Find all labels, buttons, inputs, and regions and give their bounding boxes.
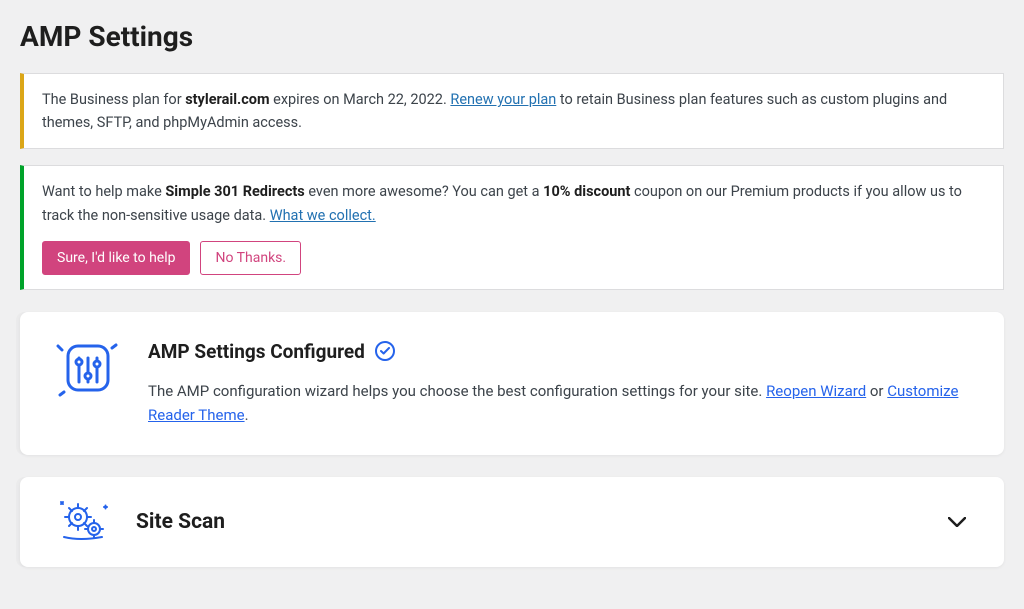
notice-text: Want to help make bbox=[42, 183, 165, 200]
discount-amount: 10% discount bbox=[543, 183, 630, 200]
site-scan-card[interactable]: Site Scan bbox=[20, 477, 1004, 567]
description-text: The AMP configuration wizard helps you c… bbox=[148, 382, 766, 400]
description-text: . bbox=[245, 406, 249, 424]
notice-text: even more awesome? You can get a bbox=[305, 183, 543, 200]
consent-yes-button[interactable]: Sure, I'd like to help bbox=[42, 241, 190, 275]
configured-title-row: AMP Settings Configured bbox=[148, 340, 395, 363]
consent-no-button[interactable]: No Thanks. bbox=[200, 241, 301, 275]
sliders-icon bbox=[56, 340, 120, 402]
chevron-down-icon bbox=[946, 511, 968, 533]
amp-configured-card: AMP Settings Configured The AMP configur… bbox=[20, 312, 1004, 455]
product-name: Simple 301 Redirects bbox=[165, 183, 304, 200]
configured-description: The AMP configuration wizard helps you c… bbox=[148, 379, 968, 427]
notice-text: expires on March 22, 2022. bbox=[270, 91, 451, 108]
domain-name: stylerail.com bbox=[185, 91, 269, 108]
description-text: or bbox=[866, 382, 887, 400]
configured-title: AMP Settings Configured bbox=[148, 340, 365, 363]
renew-plan-link[interactable]: Renew your plan bbox=[450, 91, 556, 108]
notice-text: The Business plan for bbox=[42, 91, 185, 108]
page-title: AMP Settings bbox=[20, 20, 1004, 53]
reopen-wizard-link[interactable]: Reopen Wizard bbox=[766, 382, 866, 400]
tracking-consent-notice: Want to help make Simple 301 Redirects e… bbox=[20, 165, 1004, 289]
gears-icon bbox=[56, 499, 112, 545]
what-we-collect-link[interactable]: What we collect. bbox=[270, 207, 376, 224]
site-scan-title: Site Scan bbox=[136, 510, 922, 534]
plan-expiry-notice: The Business plan for stylerail.com expi… bbox=[20, 73, 1004, 149]
check-icon bbox=[375, 341, 395, 361]
